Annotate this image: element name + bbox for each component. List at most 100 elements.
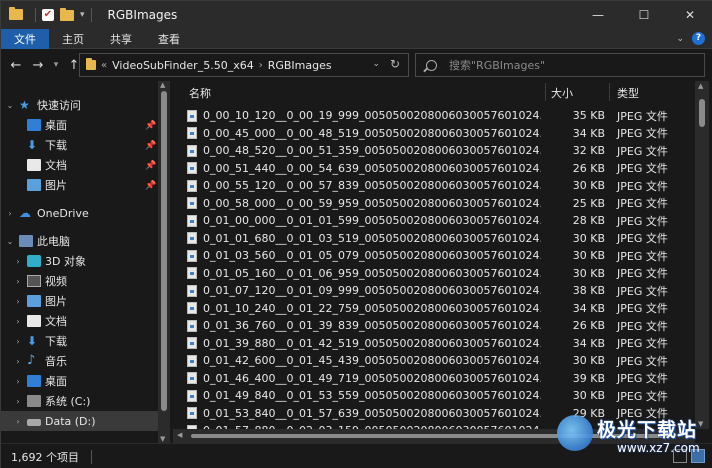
expand-arrow-icon[interactable]: › <box>5 209 15 218</box>
file-row[interactable]: 0_00_51_440__0_00_54_639_005050020800603… <box>187 160 695 177</box>
nav-item-downloads[interactable]: ⬇ 下载 <box>23 135 67 155</box>
file-list: 名称 大小 类型 0_00_10_120__0_00_19_999_005050… <box>173 81 712 443</box>
star-icon: ★ <box>19 98 30 112</box>
file-name: 0_00_58_000__0_00_59_959_005050020800603… <box>203 196 541 210</box>
file-row[interactable]: 0_00_55_120__0_00_57_839_005050020800603… <box>187 177 695 194</box>
file-row[interactable]: 0_01_42_600__0_01_45_439_005050020800603… <box>187 352 695 369</box>
scroll-down-icon[interactable]: ▼ <box>698 420 703 428</box>
file-row[interactable]: 0_01_07_120__0_01_09_999_005050020800603… <box>187 282 695 299</box>
download-icon: ⬇ <box>27 138 38 152</box>
maximize-button[interactable]: ☐ <box>621 1 667 29</box>
file-name: 0_01_36_760__0_01_39_839_005050020800603… <box>203 319 541 332</box>
nav-item-system-c[interactable]: › 系统 (C:) <box>13 391 90 411</box>
file-row[interactable]: 0_01_10_240__0_01_22_759_005050020800603… <box>187 300 695 317</box>
folder-icon <box>86 58 96 70</box>
file-list-vertical-scrollbar[interactable]: ▲ ▼ <box>695 81 709 429</box>
breadcrumb-separator[interactable]: › <box>259 60 263 71</box>
pin-icon[interactable]: 📌 <box>145 161 156 171</box>
expand-arrow-icon[interactable]: › <box>13 337 23 346</box>
expand-arrow-icon[interactable]: › <box>13 357 23 366</box>
nav-quick-access[interactable]: ⌄ ★ 快速访问 <box>1 95 81 115</box>
forward-arrow-icon[interactable]: → <box>29 58 47 73</box>
file-row[interactable]: 0_01_05_160__0_01_06_959_005050020800603… <box>187 265 695 282</box>
file-type: JPEG 文件 <box>617 267 668 280</box>
refresh-icon[interactable]: ↻ <box>390 57 400 71</box>
large-icons-view-icon[interactable] <box>691 449 705 463</box>
file-row[interactable]: 0_00_48_520__0_00_51_359_005050020800603… <box>187 142 695 159</box>
scroll-up-icon[interactable]: ▲ <box>160 81 165 89</box>
file-scroll-thumb[interactable] <box>699 99 705 127</box>
nav-item-desktop[interactable]: 桌面 <box>23 115 67 135</box>
expand-arrow-icon[interactable]: › <box>13 377 23 386</box>
file-row[interactable]: 0_00_45_000__0_00_48_519_005050020800603… <box>187 125 695 142</box>
pin-icon[interactable]: 📌 <box>145 181 156 191</box>
scroll-down-icon[interactable]: ▼ <box>160 435 165 443</box>
expand-arrow-icon[interactable]: › <box>13 297 23 306</box>
expand-arrow-icon[interactable]: › <box>13 257 23 266</box>
nav-this-pc[interactable]: ⌄ 此电脑 <box>1 231 70 251</box>
nav-item-documents[interactable]: 文档 <box>23 155 67 175</box>
pin-icon[interactable]: 📌 <box>145 121 156 131</box>
nav-onedrive[interactable]: › ☁ OneDrive <box>1 203 88 223</box>
nav-item-pictures[interactable]: 图片 <box>23 175 67 195</box>
nav-item-pc-desktop[interactable]: › 桌面 <box>13 371 67 391</box>
scroll-up-icon[interactable]: ▲ <box>698 82 703 90</box>
file-row[interactable]: 0_00_10_120__0_00_19_999_005050020800603… <box>187 107 695 124</box>
expand-ribbon-icon[interactable]: ⌄ <box>676 34 684 44</box>
back-arrow-icon[interactable]: ← <box>7 58 25 73</box>
horizontal-scroll-thumb[interactable] <box>191 434 671 438</box>
nav-scrollbar[interactable]: ▲ ▼ <box>158 81 170 443</box>
collapse-arrow-icon[interactable]: ⌄ <box>5 237 15 246</box>
collapse-arrow-icon[interactable]: ⌄ <box>5 101 15 110</box>
expand-arrow-icon[interactable]: › <box>13 417 23 426</box>
column-name[interactable]: 名称 <box>189 85 211 101</box>
tab-home[interactable]: 主页 <box>49 29 97 49</box>
new-folder-icon[interactable] <box>60 7 74 21</box>
address-dropdown-icon[interactable]: ⌄ <box>372 59 380 69</box>
nav-item-videos[interactable]: › 视频 <box>13 271 67 291</box>
nav-item-pc-downloads[interactable]: › ⬇ 下载 <box>13 331 67 351</box>
nav-item-pc-documents[interactable]: › 文档 <box>13 311 67 331</box>
tab-view[interactable]: 查看 <box>145 29 193 49</box>
overflow-chevron[interactable]: « <box>101 60 107 71</box>
minimize-button[interactable]: — <box>575 1 621 29</box>
file-name: 0_01_46_400__0_01_49_719_005050020800603… <box>203 371 541 385</box>
column-size[interactable]: 大小 <box>551 85 573 101</box>
expand-arrow-icon[interactable]: › <box>13 397 23 406</box>
close-button[interactable]: ✕ <box>667 1 712 29</box>
file-row[interactable]: 0_01_03_560__0_01_05_079_005050020800603… <box>187 247 695 264</box>
file-row[interactable]: 0_01_00_000__0_01_01_599_005050020800603… <box>187 212 695 229</box>
pin-icon[interactable]: 📌 <box>145 141 156 151</box>
expand-arrow-icon[interactable]: › <box>13 277 23 286</box>
tab-file[interactable]: 文件 <box>1 28 49 49</box>
file-row[interactable]: 0_01_46_400__0_01_49_719_005050020800603… <box>187 370 695 387</box>
breadcrumb-rgbimages[interactable]: RGBImages <box>268 59 332 72</box>
file-row[interactable]: 0_01_49_840__0_01_53_559_005050020800603… <box>187 387 695 404</box>
column-type[interactable]: 类型 <box>617 85 639 101</box>
tab-share[interactable]: 共享 <box>97 29 145 49</box>
details-view-icon[interactable] <box>673 449 687 463</box>
nav-item-3d-objects[interactable]: › 3D 对象 <box>13 251 86 271</box>
file-type: JPEG 文件 <box>617 407 668 420</box>
nav-item-pc-pictures[interactable]: › 图片 <box>13 291 67 311</box>
nav-scroll-thumb[interactable] <box>161 91 167 411</box>
title-bar: ✔ ▾ RGBImages — ☐ ✕ <box>1 1 712 29</box>
file-row[interactable]: 0_01_39_880__0_01_42_519_005050020800603… <box>187 335 695 352</box>
customize-toolbar-icon[interactable]: ▾ <box>80 10 85 20</box>
search-box[interactable]: 搜索"RGBImages" <box>415 53 705 77</box>
nav-item-music[interactable]: › ♪ 音乐 <box>13 351 67 371</box>
help-icon[interactable]: ? <box>692 32 705 45</box>
file-name: 0_01_07_120__0_01_09_999_005050020800603… <box>203 284 541 297</box>
file-row[interactable]: 0_01_36_760__0_01_39_839_005050020800603… <box>187 317 695 334</box>
file-row[interactable]: 0_00_58_000__0_00_59_959_005050020800603… <box>187 195 695 212</box>
file-row[interactable]: 0_01_01_680__0_01_03_519_005050020800603… <box>187 230 695 247</box>
expand-arrow-icon[interactable]: › <box>13 317 23 326</box>
breadcrumb-videosubfinder[interactable]: VideoSubFinder_5.50_x64 <box>112 59 254 72</box>
nav-item-data-d[interactable]: › Data (D:) <box>1 411 158 431</box>
properties-icon[interactable]: ✔ <box>42 9 54 21</box>
scroll-left-icon[interactable]: ◀ <box>177 431 182 439</box>
file-list-horizontal-scrollbar[interactable]: ◀ <box>173 429 695 443</box>
recent-locations-icon[interactable]: ▾ <box>47 60 65 70</box>
file-row[interactable]: 0_01_53_840__0_01_57_639_005050020800603… <box>187 405 695 422</box>
address-bar[interactable]: « VideoSubFinder_5.50_x64 › RGBImages ⌄ … <box>79 53 409 77</box>
